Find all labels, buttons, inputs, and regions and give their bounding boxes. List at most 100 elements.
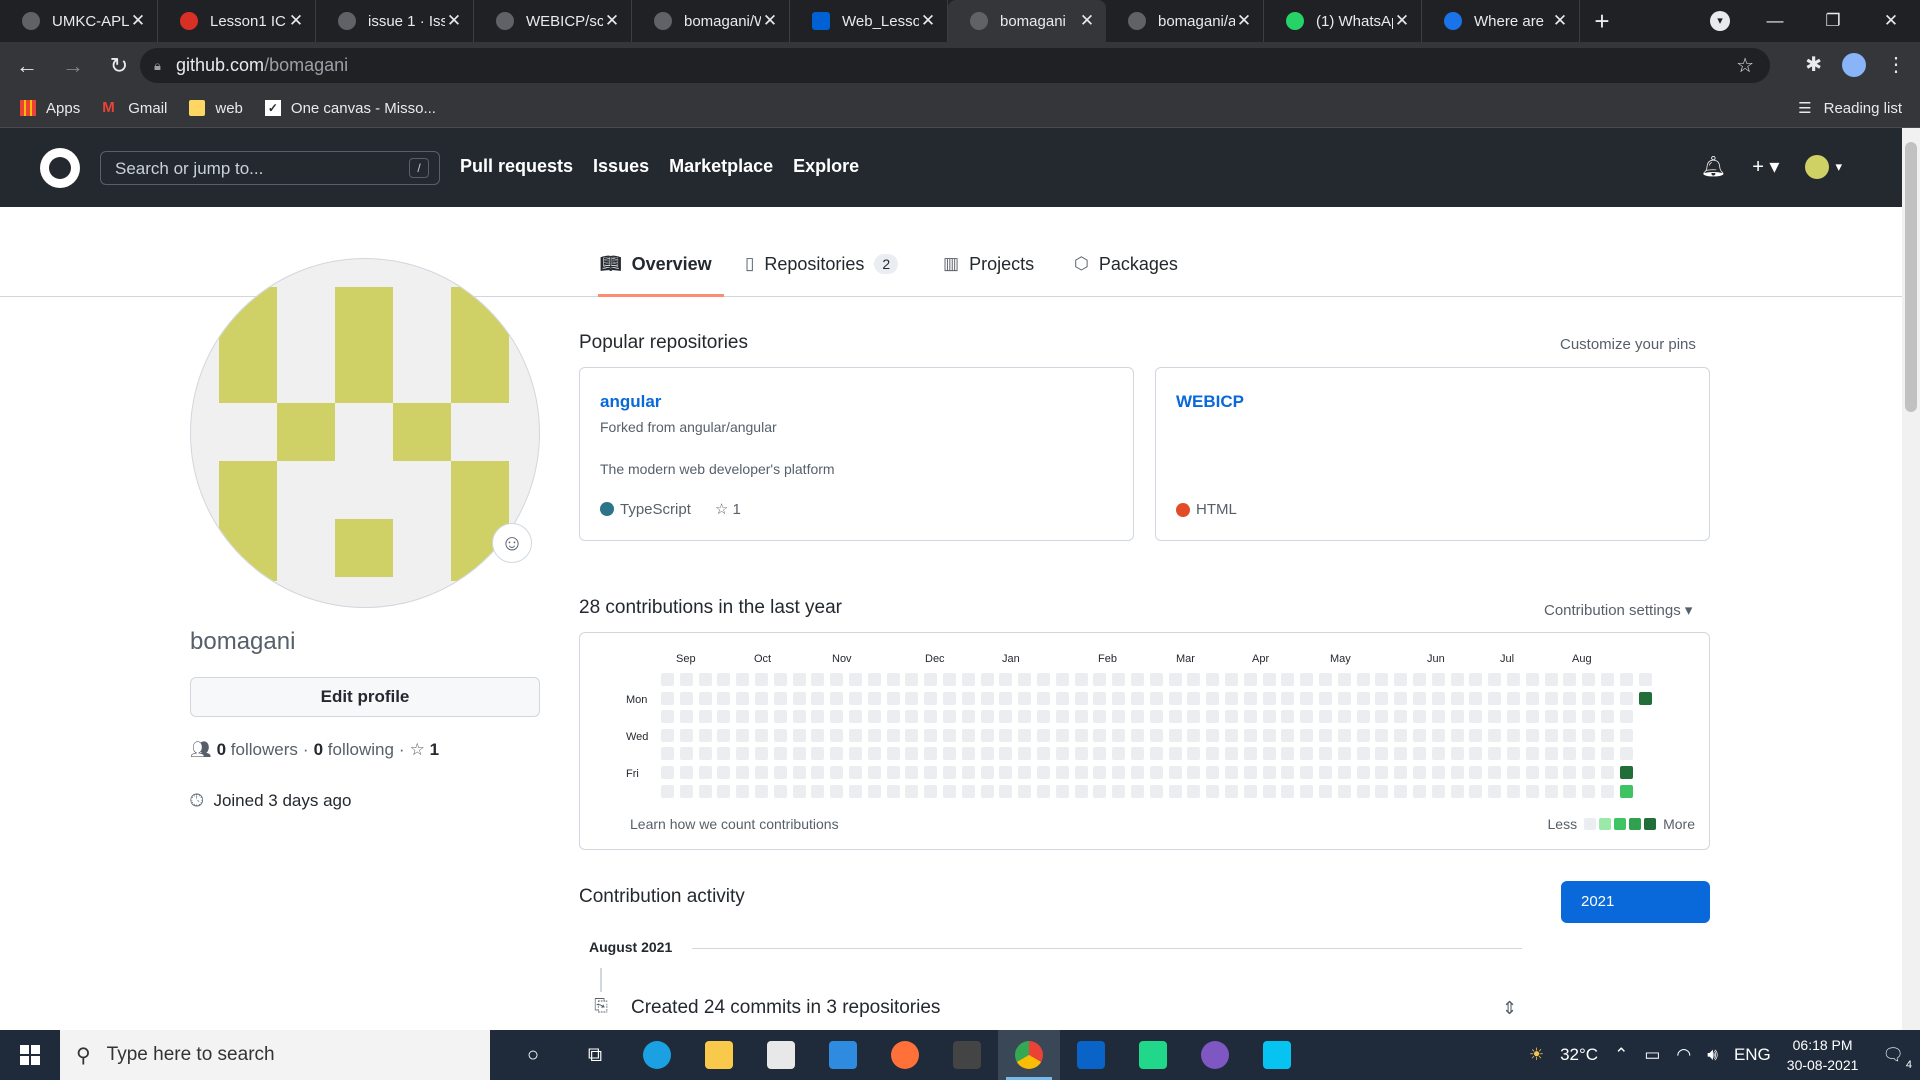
contribution-day-cell[interactable] xyxy=(1055,673,1069,686)
contribution-day-cell[interactable] xyxy=(1563,728,1577,742)
set-status-smiley-icon[interactable]: ☺ xyxy=(492,523,532,563)
contribution-day-cell[interactable] xyxy=(1488,747,1502,761)
contribution-day-cell[interactable] xyxy=(679,728,693,742)
contribution-day-cell[interactable] xyxy=(886,710,900,724)
contribution-day-cell[interactable] xyxy=(830,728,844,742)
contribution-day-cell[interactable] xyxy=(1563,691,1577,705)
contribution-day-cell[interactable] xyxy=(905,710,919,724)
contribution-day-cell[interactable] xyxy=(736,673,750,686)
contribution-day-cell[interactable] xyxy=(1281,710,1295,724)
contribution-day-cell[interactable] xyxy=(1112,784,1126,798)
chrome-icon[interactable] xyxy=(998,1030,1060,1080)
contribution-day-cell[interactable] xyxy=(1168,747,1182,761)
contribution-day-cell[interactable] xyxy=(792,784,806,798)
contribution-day-cell[interactable] xyxy=(943,747,956,761)
contribution-day-cell[interactable] xyxy=(1394,747,1408,761)
contribution-day-cell[interactable] xyxy=(1413,766,1426,779)
close-tab-icon[interactable]: ✕ xyxy=(603,11,621,31)
contribution-day-cell[interactable] xyxy=(1225,784,1238,798)
contribution-day-cell[interactable] xyxy=(905,673,919,686)
contribution-day-cell[interactable] xyxy=(698,784,712,798)
contribution-day-cell[interactable] xyxy=(1375,766,1389,779)
chrome-menu-icon[interactable]: ⋮ xyxy=(1886,52,1906,77)
chrome-profile-avatar[interactable] xyxy=(1842,52,1866,77)
contribution-day-cell[interactable] xyxy=(1074,747,1088,761)
contribution-day-cell[interactable] xyxy=(1168,784,1182,798)
contribution-day-cell[interactable] xyxy=(1131,673,1144,686)
contribution-day-cell[interactable] xyxy=(717,747,731,761)
browser-tab[interactable]: bomagani/W ✕ xyxy=(632,0,790,42)
contribution-day-cell[interactable] xyxy=(1243,728,1257,742)
contribution-day-cell[interactable] xyxy=(773,766,787,779)
contribution-day-cell[interactable] xyxy=(1619,728,1633,742)
contribution-day-cell[interactable] xyxy=(1413,673,1426,686)
contribution-day-cell[interactable] xyxy=(886,673,900,686)
contribution-day-cell[interactable] xyxy=(999,766,1013,779)
contribution-day-cell[interactable] xyxy=(1168,691,1182,705)
nav-marketplace[interactable]: Marketplace xyxy=(669,156,773,177)
contribution-day-cell[interactable] xyxy=(1619,747,1633,761)
contribution-day-cell[interactable] xyxy=(679,673,693,686)
contribution-day-cell[interactable] xyxy=(661,747,674,761)
contribution-day-cell[interactable] xyxy=(1619,784,1633,798)
contribution-day-cell[interactable] xyxy=(1563,673,1577,686)
tab-search-icon[interactable]: ▾ xyxy=(1710,11,1730,31)
cortana-icon[interactable]: ○ xyxy=(502,1030,564,1080)
contribution-day-cell[interactable] xyxy=(886,728,900,742)
contribution-day-cell[interactable] xyxy=(773,691,787,705)
contribution-day-cell[interactable] xyxy=(755,691,768,705)
contribution-day-cell[interactable] xyxy=(1093,673,1107,686)
contribution-day-cell[interactable] xyxy=(1450,710,1464,724)
close-tab-icon[interactable]: ✕ xyxy=(1393,11,1411,31)
contribution-day-cell[interactable] xyxy=(717,728,731,742)
contribution-day-cell[interactable] xyxy=(1074,710,1088,724)
contribution-day-cell[interactable] xyxy=(1619,691,1633,705)
contribution-day-cell[interactable] xyxy=(961,784,975,798)
contribution-day-cell[interactable] xyxy=(717,673,731,686)
unfold-icon[interactable]: ⇕ xyxy=(1502,998,1517,1019)
contribution-day-cell[interactable] xyxy=(1149,766,1163,779)
contribution-day-cell[interactable] xyxy=(1582,673,1596,686)
contribution-day-cell[interactable] xyxy=(999,784,1013,798)
contribution-day-cell[interactable] xyxy=(1375,747,1389,761)
tab-overview[interactable]: 📖︎ Overview xyxy=(598,254,724,297)
contribution-day-cell[interactable] xyxy=(1243,766,1257,779)
contribution-day-cell[interactable] xyxy=(1394,766,1408,779)
contribution-day-cell[interactable] xyxy=(1225,710,1238,724)
contribution-day-cell[interactable] xyxy=(1469,710,1483,724)
contribution-day-cell[interactable] xyxy=(1206,766,1220,779)
contribution-day-cell[interactable] xyxy=(1375,728,1389,742)
contribution-day-cell[interactable] xyxy=(1093,747,1107,761)
contribution-day-cell[interactable] xyxy=(1431,710,1445,724)
contribution-day-cell[interactable] xyxy=(792,691,806,705)
contribution-day-cell[interactable] xyxy=(736,766,750,779)
contribution-day-cell[interactable] xyxy=(1281,691,1295,705)
contribution-day-cell[interactable] xyxy=(1018,728,1032,742)
notification-center-icon[interactable]: 🗨︎ 4 xyxy=(1882,1045,1912,1071)
notifications-bell-icon[interactable]: 🔔︎ xyxy=(1701,154,1726,179)
contribution-day-cell[interactable] xyxy=(1337,784,1351,798)
contribution-day-cell[interactable] xyxy=(1394,691,1408,705)
contribution-day-cell[interactable] xyxy=(1601,766,1614,779)
pycharm-icon[interactable] xyxy=(1122,1030,1184,1080)
contribution-day-cell[interactable] xyxy=(867,784,881,798)
contribution-day-cell[interactable] xyxy=(980,710,994,724)
close-tab-icon[interactable]: ✕ xyxy=(1235,11,1253,31)
contribution-day-cell[interactable] xyxy=(1431,766,1445,779)
contribution-day-cell[interactable] xyxy=(905,691,919,705)
webstorm-icon[interactable] xyxy=(1246,1030,1308,1080)
contribution-day-cell[interactable] xyxy=(1356,673,1370,686)
contribution-day-cell[interactable] xyxy=(1469,728,1483,742)
browser-tab[interactable]: Web_Lesson✕ xyxy=(790,0,948,42)
contribution-day-cell[interactable] xyxy=(1300,673,1314,686)
contribution-day-cell[interactable] xyxy=(1601,691,1614,705)
contribution-day-cell[interactable] xyxy=(736,784,750,798)
reload-icon[interactable]: ↻ xyxy=(100,53,138,79)
contribution-day-cell[interactable] xyxy=(661,728,674,742)
contribution-day-cell[interactable] xyxy=(1093,766,1107,779)
bookmark-canvas[interactable]: ✓ One canvas - Misso... xyxy=(264,100,436,117)
minimize-icon[interactable]: — xyxy=(1746,11,1804,31)
contribution-day-cell[interactable] xyxy=(1112,728,1126,742)
contribution-day-cell[interactable] xyxy=(1450,728,1464,742)
close-tab-icon[interactable]: ✕ xyxy=(1078,11,1096,31)
